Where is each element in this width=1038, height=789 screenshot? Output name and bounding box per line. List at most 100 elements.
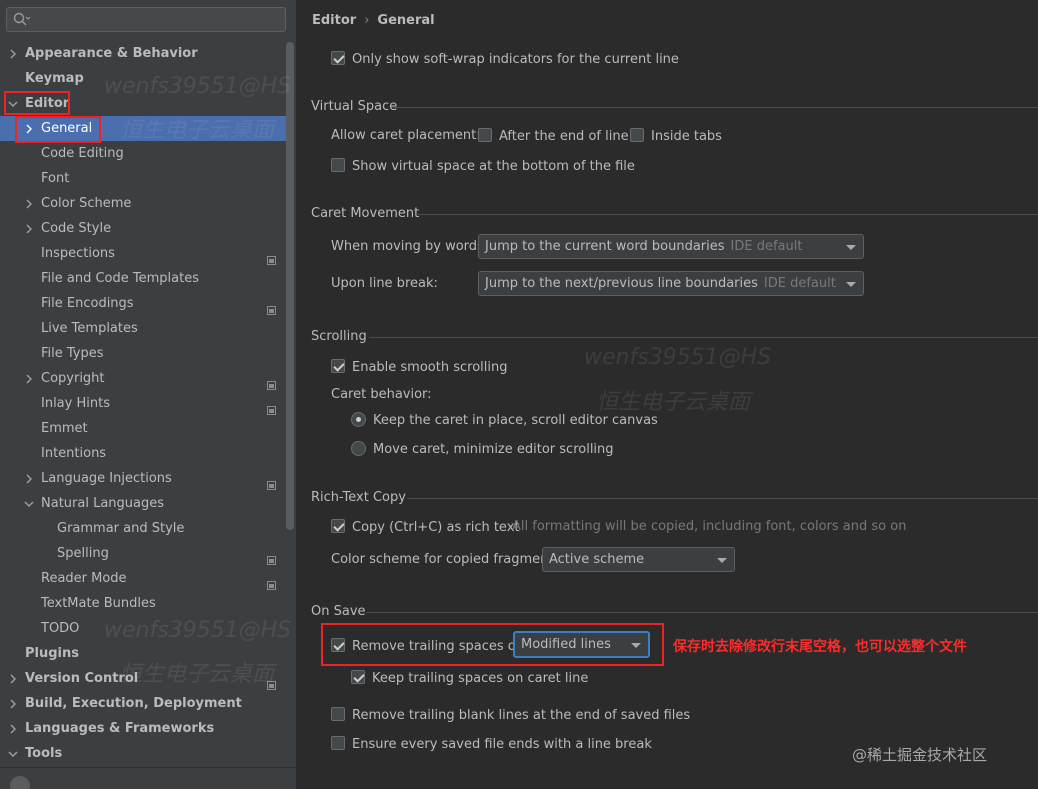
- sidebar-item-keymap[interactable]: Keymap: [0, 66, 286, 91]
- softwrap-option[interactable]: Only show soft-wrap indicators for the c…: [331, 51, 679, 67]
- sidebar-item-label: Plugins: [25, 646, 79, 661]
- sidebar-scrollbar[interactable]: [286, 42, 294, 530]
- keep-trailing-option[interactable]: Keep trailing spaces on caret line: [351, 670, 588, 686]
- help-icon[interactable]: [10, 776, 30, 789]
- sidebar-item-label: Appearance & Behavior: [25, 46, 198, 61]
- sidebar-item-textmate-bundles[interactable]: TextMate Bundles: [0, 591, 286, 616]
- sidebar-item-label: Grammar and Style: [57, 521, 185, 536]
- keep-caret-radio[interactable]: [351, 412, 366, 427]
- sidebar-item-file-types[interactable]: File Types: [0, 341, 286, 366]
- section-divider: [416, 214, 1038, 215]
- softwrap-checkbox[interactable]: [331, 51, 345, 65]
- sidebar-item-appearance[interactable]: Appearance & Behavior: [0, 41, 286, 66]
- chevron-right-icon[interactable]: [22, 366, 34, 391]
- sidebar-item-build-execution-deployment[interactable]: Build, Execution, Deployment: [0, 691, 286, 716]
- show-virtual-space-checkbox[interactable]: [331, 158, 345, 172]
- rich-text-copy-option[interactable]: Copy (Ctrl+C) as rich text: [331, 519, 520, 535]
- sidebar-item-code-editing[interactable]: Code Editing: [0, 141, 286, 166]
- sidebar-item-file-and-code-templates[interactable]: File and Code Templates: [0, 266, 286, 291]
- remove-trailing-value: Modified lines: [521, 637, 611, 652]
- move-caret-option[interactable]: Move caret, minimize editor scrolling: [351, 441, 614, 457]
- after-end-checkbox[interactable]: [478, 128, 492, 142]
- sidebar-item-grammar-and-style[interactable]: Grammar and Style: [0, 516, 286, 541]
- sidebar-item-live-templates[interactable]: Live Templates: [0, 316, 286, 341]
- section-divider: [366, 612, 1038, 613]
- project-scope-icon: [267, 574, 276, 590]
- sidebar-item-code-style[interactable]: Code Style: [0, 216, 286, 241]
- show-virtual-space-label: Show virtual space at the bottom of the …: [352, 159, 635, 174]
- chevron-right-icon[interactable]: [6, 691, 18, 716]
- move-caret-label: Move caret, minimize editor scrolling: [373, 442, 614, 457]
- chevron-down-icon[interactable]: [6, 91, 18, 116]
- sidebar-item-file-encodings[interactable]: File Encodings: [0, 291, 286, 316]
- copied-color-scheme-select[interactable]: Active scheme: [542, 547, 735, 572]
- show-virtual-space-option[interactable]: Show virtual space at the bottom of the …: [331, 158, 635, 174]
- sidebar-item-general[interactable]: General: [0, 116, 286, 141]
- sidebar-item-tools[interactable]: Tools: [0, 741, 286, 766]
- moving-by-words-hint: IDE default: [730, 239, 803, 254]
- chevron-right-icon[interactable]: [22, 191, 34, 216]
- copied-color-scheme-value: Active scheme: [549, 552, 645, 567]
- remove-blank-lines-checkbox[interactable]: [331, 707, 345, 721]
- chevron-right-icon[interactable]: [6, 716, 18, 741]
- sidebar-item-label: Color Scheme: [41, 196, 132, 211]
- sidebar-item-inspections[interactable]: Inspections: [0, 241, 286, 266]
- sidebar-item-spelling[interactable]: Spelling: [0, 541, 286, 566]
- project-scope-icon: [267, 674, 276, 690]
- sidebar-item-label: File and Code Templates: [41, 271, 199, 286]
- sidebar-item-editor[interactable]: Editor: [0, 91, 286, 116]
- section-divider: [393, 107, 1038, 108]
- sidebar-item-emmet[interactable]: Emmet: [0, 416, 286, 441]
- sidebar-item-languages-frameworks[interactable]: Languages & Frameworks: [0, 716, 286, 741]
- after-end-option[interactable]: After the end of line: [478, 128, 629, 144]
- sidebar-item-label: Intentions: [41, 446, 107, 461]
- section-title-virtual-space: Virtual Space: [311, 99, 398, 114]
- inside-tabs-checkbox[interactable]: [630, 128, 644, 142]
- keep-caret-option[interactable]: Keep the caret in place, scroll editor c…: [351, 412, 658, 428]
- chevron-right-icon[interactable]: [22, 116, 34, 141]
- sidebar-item-version-control[interactable]: Version Control: [0, 666, 286, 691]
- sidebar-item-intentions[interactable]: Intentions: [0, 441, 286, 466]
- chevron-right-icon[interactable]: [22, 466, 34, 491]
- sidebar-item-plugins[interactable]: Plugins: [0, 641, 286, 666]
- sidebar-item-label: Reader Mode: [41, 571, 127, 586]
- remove-blank-lines-option[interactable]: Remove trailing blank lines at the end o…: [331, 707, 690, 723]
- sidebar-item-label: Copyright: [41, 371, 105, 386]
- annotation-text: 保存时去除修改行末尾空格，也可以选整个文件: [673, 639, 967, 655]
- remove-trailing-option[interactable]: Remove trailing spaces on:: [331, 638, 528, 654]
- line-break-select[interactable]: Jump to the next/previous line boundarie…: [478, 271, 864, 296]
- breadcrumb-parent[interactable]: Editor: [312, 13, 356, 28]
- ensure-line-break-checkbox[interactable]: [331, 736, 345, 750]
- sidebar-item-color-scheme[interactable]: Color Scheme: [0, 191, 286, 216]
- settings-sidebar: Appearance & Behavior Keymap Editor General…: [0, 0, 296, 789]
- inside-tabs-option[interactable]: Inside tabs: [630, 128, 722, 144]
- rich-text-copy-checkbox[interactable]: [331, 519, 345, 533]
- project-scope-icon: [267, 249, 276, 265]
- rich-text-copy-hint: All formatting will be copied, including…: [512, 519, 907, 534]
- keep-trailing-checkbox[interactable]: [351, 670, 365, 684]
- ensure-line-break-option[interactable]: Ensure every saved file ends with a line…: [331, 736, 652, 752]
- chevron-down-icon[interactable]: [22, 491, 34, 516]
- chevron-right-icon[interactable]: [6, 666, 18, 691]
- chevron-right-icon[interactable]: [22, 216, 34, 241]
- remove-trailing-checkbox[interactable]: [331, 638, 345, 652]
- sidebar-item-language-injections[interactable]: Language Injections: [0, 466, 286, 491]
- settings-search-input[interactable]: [6, 7, 286, 32]
- move-caret-radio[interactable]: [351, 441, 366, 456]
- smooth-scrolling-option[interactable]: Enable smooth scrolling: [331, 359, 508, 375]
- smooth-scrolling-checkbox[interactable]: [331, 359, 345, 373]
- moving-by-words-select[interactable]: Jump to the current word boundaries IDE d…: [478, 234, 864, 259]
- sidebar-item-copyright[interactable]: Copyright: [0, 366, 286, 391]
- section-title-caret-movement: Caret Movement: [311, 206, 420, 221]
- sidebar-item-reader-mode[interactable]: Reader Mode: [0, 566, 286, 591]
- sidebar-item-label: Live Templates: [41, 321, 138, 336]
- sidebar-item-natural-languages[interactable]: Natural Languages: [0, 491, 286, 516]
- chevron-right-icon[interactable]: [6, 41, 18, 66]
- juejin-watermark: @稀土掘金技术社区: [852, 746, 988, 764]
- sidebar-item-label: Build, Execution, Deployment: [25, 696, 242, 711]
- sidebar-item-inlay-hints[interactable]: Inlay Hints: [0, 391, 286, 416]
- chevron-down-icon[interactable]: [6, 741, 18, 766]
- sidebar-item-todo[interactable]: TODO: [0, 616, 286, 641]
- sidebar-item-font[interactable]: Font: [0, 166, 286, 191]
- remove-trailing-select[interactable]: Modified lines: [513, 631, 650, 658]
